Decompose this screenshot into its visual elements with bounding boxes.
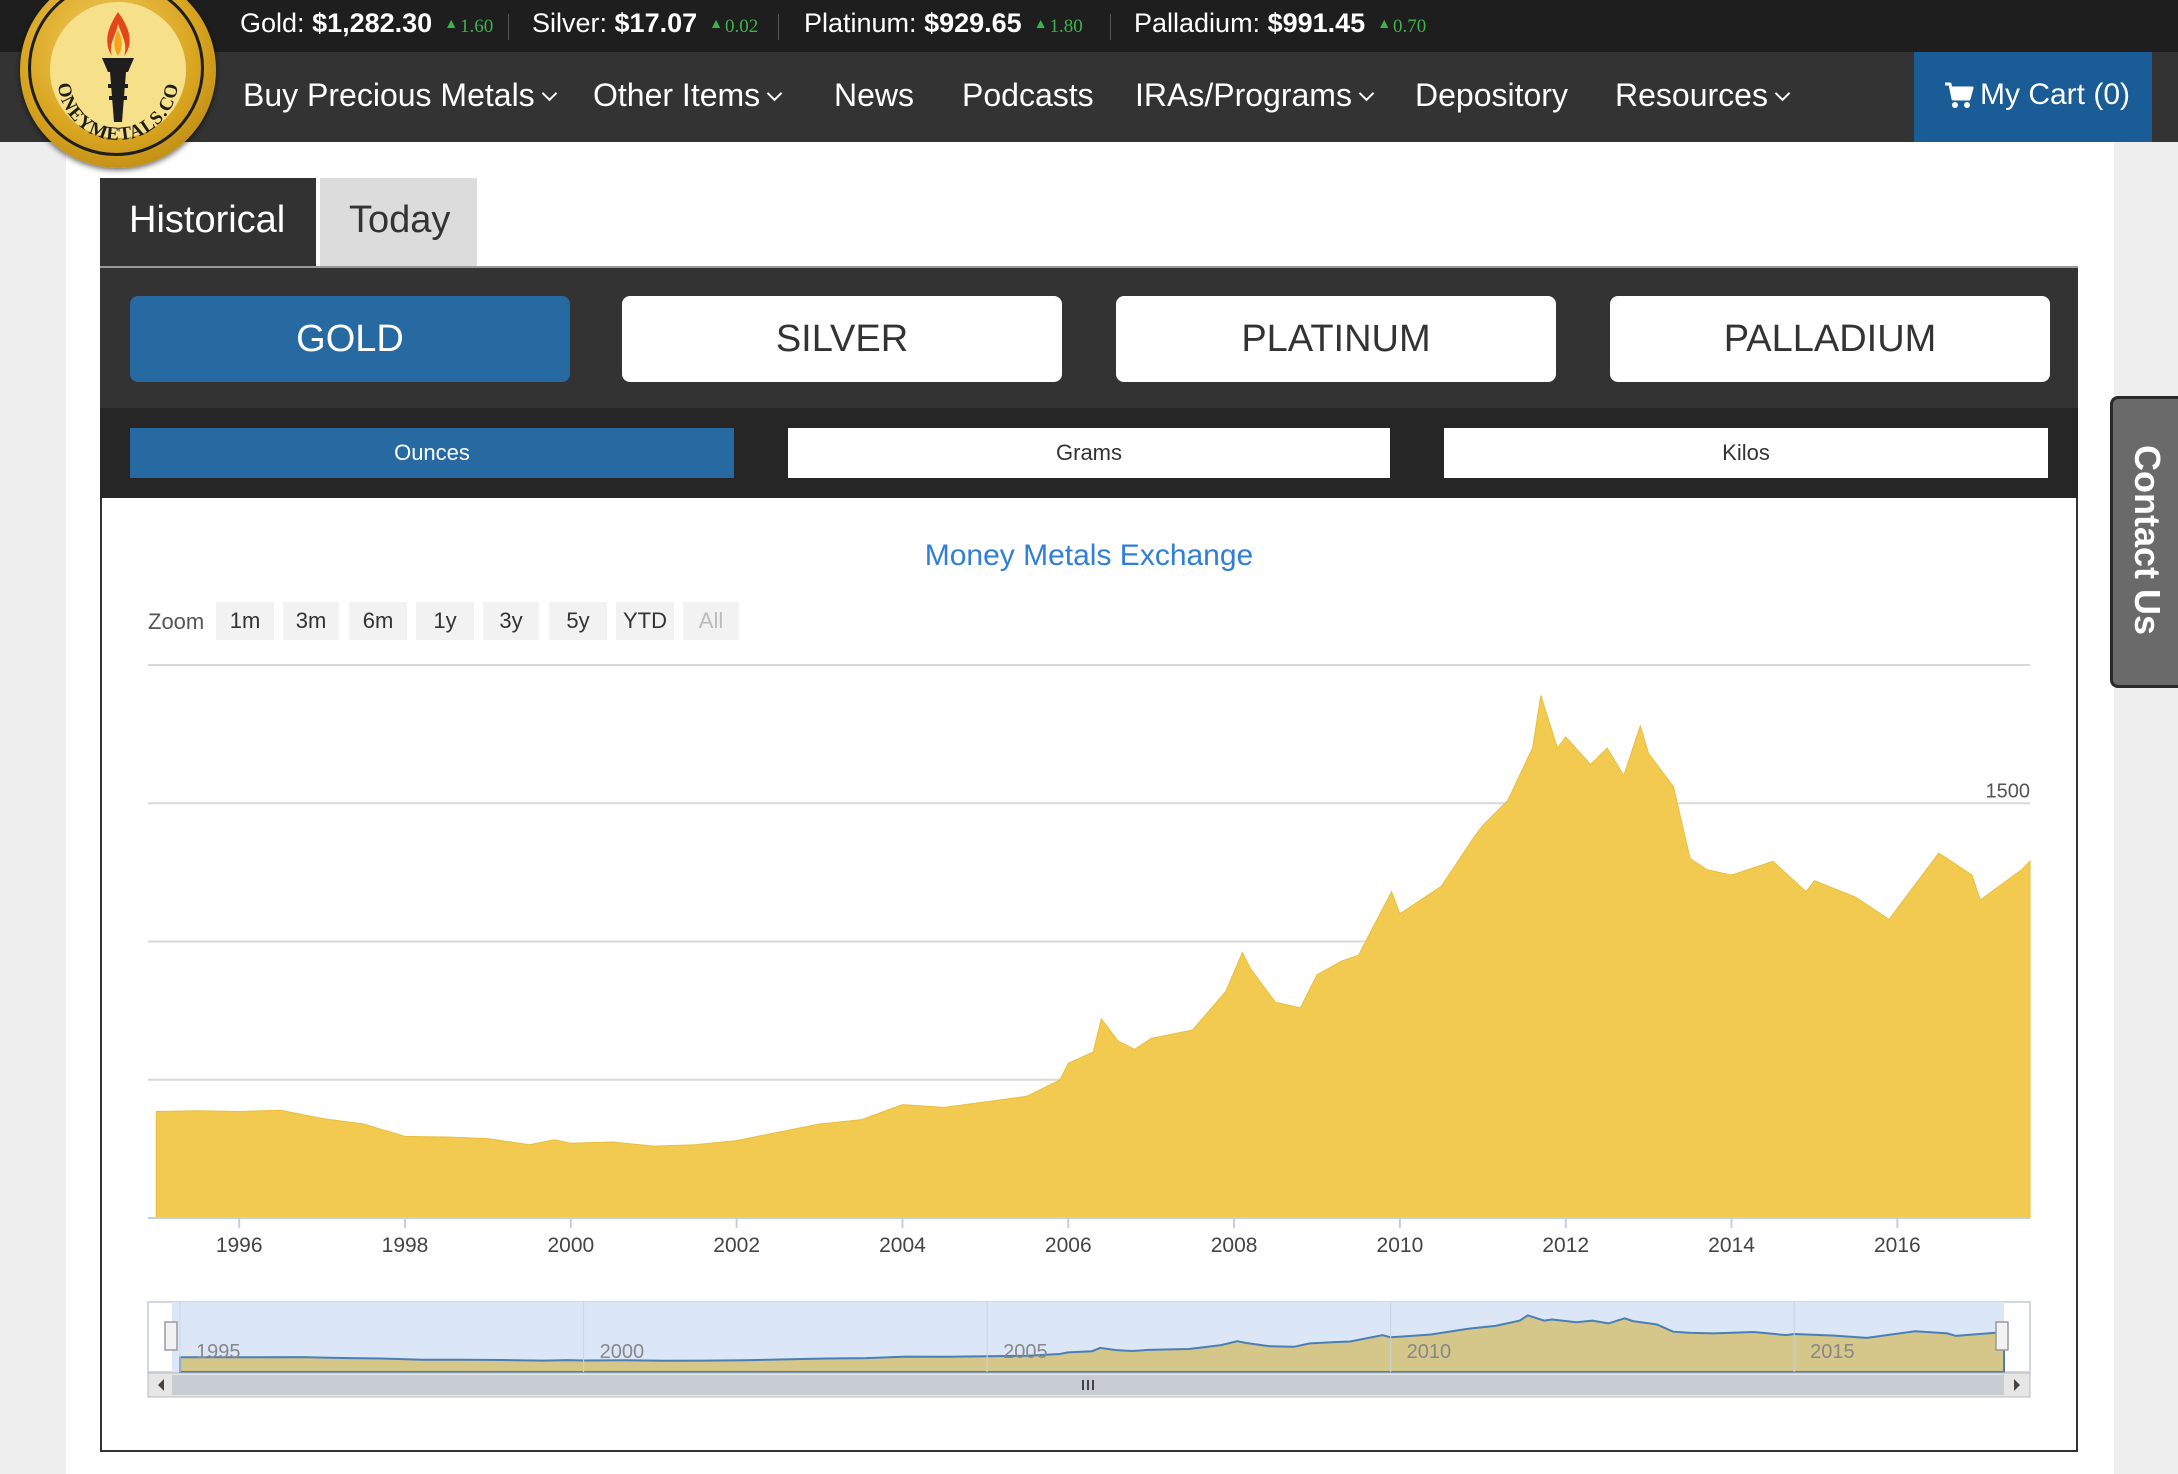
gold-price-area	[155, 695, 2031, 1219]
x-axis-label: 2010	[1377, 1234, 1424, 1257]
x-axis-label: 2016	[1874, 1234, 1921, 1257]
navigator-year-label: 2005	[1003, 1341, 1047, 1363]
x-axis-label: 1998	[382, 1234, 429, 1257]
x-axis-label: 2014	[1708, 1234, 1755, 1257]
site-logo[interactable]: MONEYMETALS.COM	[20, 0, 216, 168]
navigator-year-label: 2010	[1407, 1341, 1452, 1363]
x-axis-label: 2006	[1045, 1234, 1092, 1257]
torch-icon: MONEYMETALS.COM	[20, 0, 183, 145]
navigator-left-handle	[164, 1321, 178, 1351]
contact-us-label: Contact Us	[2127, 444, 2168, 636]
x-axis-label: 2008	[1211, 1234, 1258, 1257]
x-axis-label: 1996	[216, 1234, 263, 1257]
navigator-year-label: 2000	[600, 1341, 645, 1363]
navigator-right-handle	[1995, 1321, 2009, 1351]
x-axis-label: 2002	[713, 1234, 760, 1257]
navigator-year-label: 2015	[1810, 1341, 1855, 1363]
logo-text: MONEYMETALS.COM	[20, 0, 183, 145]
x-axis-label: 2012	[1542, 1234, 1589, 1257]
x-axis-label: 2000	[547, 1234, 594, 1257]
gold-price-chart: 0500100015001996199820002002200420062008…	[147, 664, 2031, 1398]
y-axis-label: 1500	[1986, 780, 2031, 802]
x-axis-label: 2004	[879, 1234, 926, 1257]
contact-us-tab[interactable]: Contact Us	[2110, 396, 2178, 688]
navigator-year-label: 1995	[196, 1341, 241, 1363]
